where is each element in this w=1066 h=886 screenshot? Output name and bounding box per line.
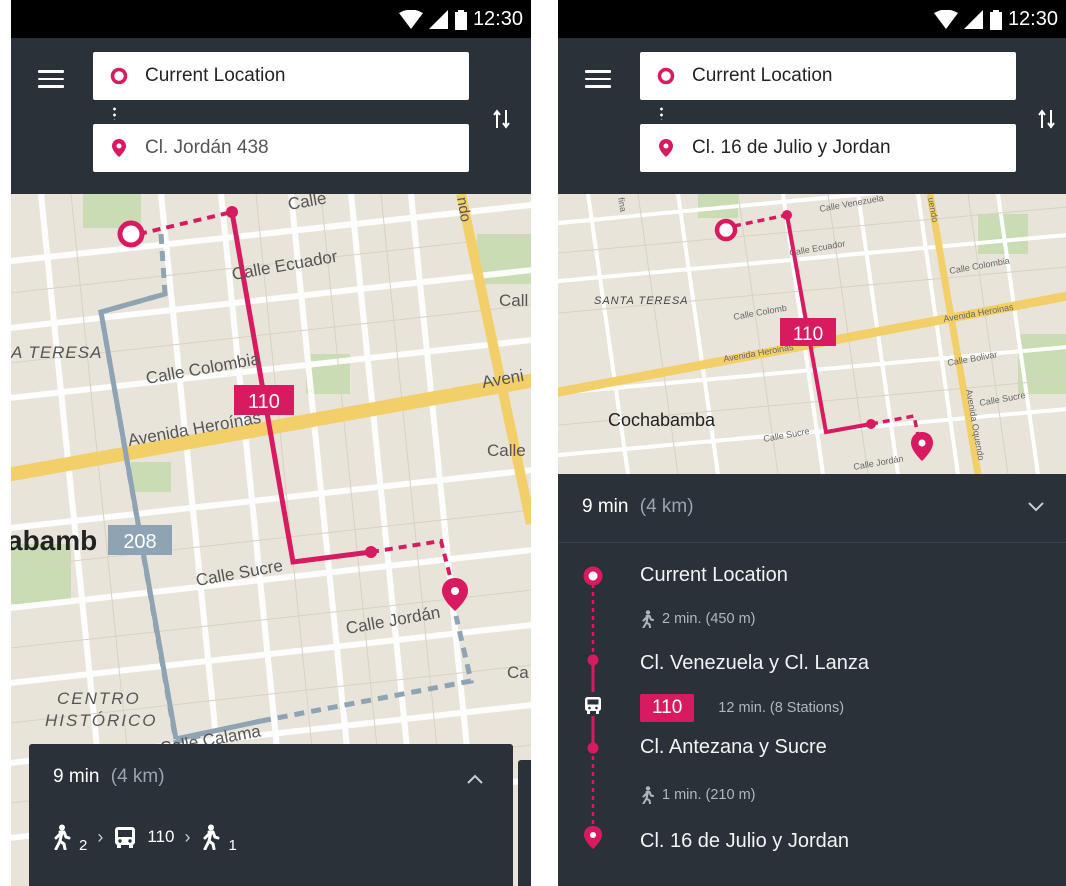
chevron-up-icon[interactable]: [467, 774, 483, 784]
map-view[interactable]: 110 Calle Venezuela Calle Ecuador Calle …: [558, 194, 1066, 474]
walk-icon: [203, 824, 220, 850]
map-label-calle-right-1: Call: [499, 291, 528, 310]
map-label-cochabamba: abamb: [11, 525, 97, 556]
menu-icon[interactable]: [585, 70, 611, 90]
walk-icon: [642, 610, 654, 628]
walk-leg-2: 1 min. (210 m): [640, 786, 755, 804]
stop-destination[interactable]: Cl. 16 de Julio y Jordan: [640, 830, 849, 853]
map-label-santa-teresa: SANTA TERESA: [594, 295, 689, 307]
field-connector: [660, 106, 663, 120]
map-label-ca-right: Ca: [507, 663, 529, 682]
map-label-centro: CENTRO: [57, 689, 141, 708]
swap-icon[interactable]: [1036, 108, 1058, 130]
destination-field[interactable]: Cl. Jordán 438: [93, 124, 469, 172]
step-separator: ›: [97, 826, 104, 847]
signal-icon: [428, 9, 448, 29]
bus-leg-badge: 110: [640, 694, 695, 722]
pin-icon: [659, 139, 673, 157]
left-screen: 110 208 Calle Ecuador Calle Colombia Ave…: [11, 0, 531, 886]
walk-icon: [642, 786, 654, 804]
itinerary-header[interactable]: 9 min (4 km): [558, 474, 1066, 543]
stop-boarding[interactable]: Cl. Venezuela y Cl. Lanza: [640, 652, 869, 675]
bus-icon: [115, 827, 136, 848]
origin-value: Current Location: [692, 65, 833, 86]
destination-value: Cl. Jordán 438: [145, 137, 269, 158]
wifi-icon: [398, 9, 423, 29]
map-label-cochabamba: Cochabamba: [608, 410, 716, 430]
signal-icon: [963, 9, 983, 29]
battery-icon: [454, 9, 467, 30]
walk-1-minutes: 2: [79, 836, 88, 854]
walk-2-minutes: 1: [228, 836, 237, 854]
bus-icon: [585, 697, 601, 714]
route-search-bar: Current Location Cl. 16 de Julio y Jorda…: [558, 38, 1066, 194]
walk-leg-2-info: 1 min. (210 m): [662, 787, 756, 803]
map-label-teresa: A TERESA: [11, 343, 102, 362]
map-label-calle-right-2: Calle: [487, 441, 526, 460]
field-connector: [113, 106, 116, 120]
origin-field[interactable]: Current Location: [640, 52, 1016, 100]
status-time: 12:30: [472, 8, 523, 30]
stop-origin[interactable]: Current Location: [640, 564, 788, 587]
pin-icon: [112, 139, 126, 157]
distance: (4 km): [639, 496, 694, 517]
bus-leg-info: 12 min. (8 Stations): [718, 700, 845, 716]
origin-circle-icon: [110, 67, 128, 85]
menu-icon[interactable]: [38, 70, 64, 90]
origin-field[interactable]: Current Location: [93, 52, 469, 100]
wifi-icon: [933, 9, 958, 29]
walk-icon: [54, 824, 71, 850]
destination-value: Cl. 16 de Julio y Jordan: [692, 137, 891, 158]
route-badge-110: 110: [793, 324, 823, 345]
bus-number: 110: [147, 827, 175, 846]
status-bar: 12:30: [11, 0, 531, 38]
status-time: 12:30: [1007, 8, 1058, 30]
status-bar: 12:30: [558, 0, 1066, 38]
stop-alighting[interactable]: Cl. Antezana y Sucre: [640, 736, 827, 759]
route-summary-card[interactable]: 9 min (4 km) 2 › 110 › 1: [29, 744, 513, 886]
duration: 9 min: [582, 496, 629, 517]
route-badge-208: 208: [123, 531, 156, 553]
battery-icon: [989, 9, 1002, 30]
itinerary-panel: 9 min (4 km) Current Location 2 min. (45…: [558, 474, 1066, 886]
right-screen: 110 Calle Venezuela Calle Ecuador Calle …: [558, 0, 1066, 886]
swap-icon[interactable]: [491, 108, 513, 130]
chevron-down-icon[interactable]: [1028, 502, 1044, 512]
bus-leg[interactable]: 110 12 min. (8 Stations): [640, 694, 844, 722]
distance: (4 km): [110, 766, 165, 787]
next-card-peek[interactable]: [518, 760, 531, 886]
map-label-historico: HISTÓRICO: [45, 711, 157, 730]
destination-field[interactable]: Cl. 16 de Julio y Jordan: [640, 124, 1016, 172]
route-search-bar: Current Location Cl. Jordán 438: [11, 38, 531, 194]
walk-leg-1: 2 min. (450 m): [640, 610, 755, 628]
step-separator: ›: [184, 826, 191, 847]
duration: 9 min: [53, 766, 100, 787]
walk-leg-1-info: 2 min. (450 m): [662, 611, 756, 627]
origin-circle-icon: [657, 67, 675, 85]
origin-value: Current Location: [145, 65, 286, 86]
